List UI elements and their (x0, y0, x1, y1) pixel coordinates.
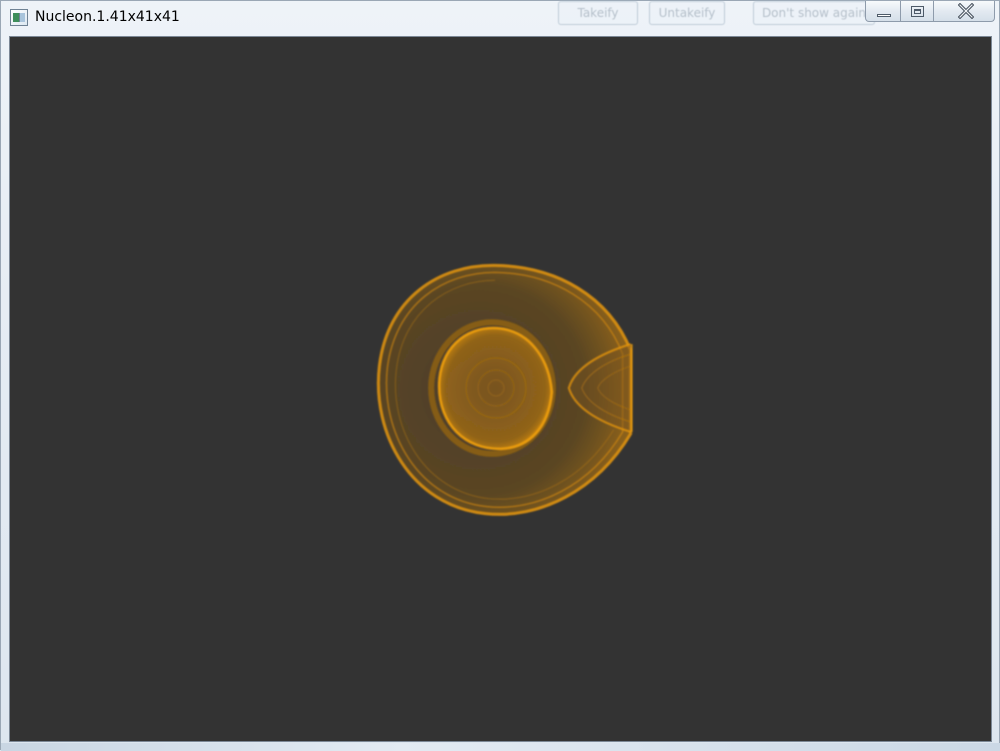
app-window: Nucleon.1.41x41x41 Takeify Untakeify Don… (0, 0, 1000, 751)
caption-buttons (865, 1, 995, 23)
close-icon (958, 3, 974, 19)
close-button[interactable] (933, 1, 995, 22)
background-notification-button-1: Takeify (558, 1, 638, 25)
render-viewport[interactable] (9, 36, 992, 742)
minimize-icon (877, 14, 891, 17)
maximize-button[interactable] (900, 1, 934, 22)
inner-core (437, 326, 554, 451)
minimize-button[interactable] (865, 1, 901, 22)
title-bar[interactable]: Nucleon.1.41x41x41 Takeify Untakeify Don… (1, 1, 999, 35)
background-notification-button-2: Untakeify (649, 1, 725, 25)
background-notification-button-3: Don't show again (753, 1, 875, 25)
window-title: Nucleon.1.41x41x41 (35, 9, 180, 25)
nucleon-render-canvas[interactable] (10, 37, 991, 741)
nucleon-shape (376, 263, 633, 516)
app-window-icon[interactable] (10, 9, 28, 26)
maximize-icon (911, 6, 924, 17)
